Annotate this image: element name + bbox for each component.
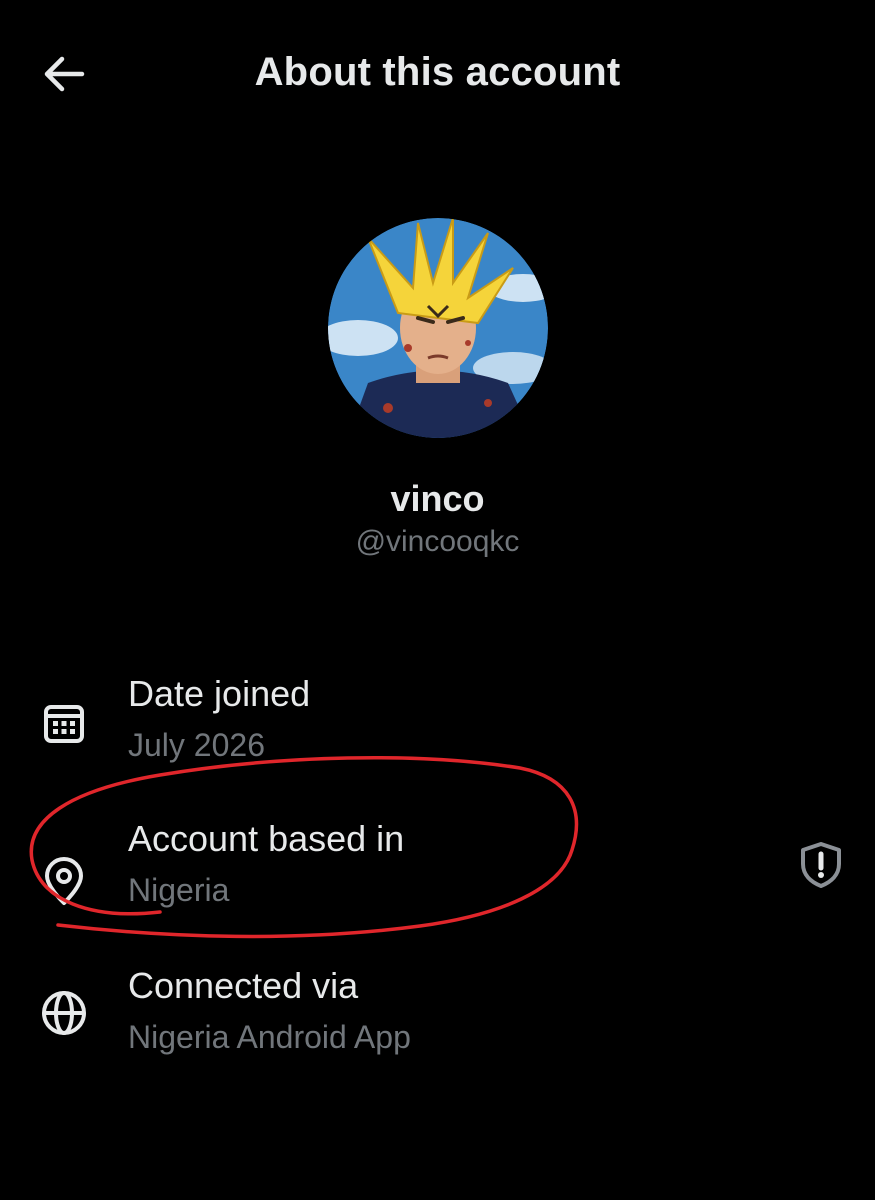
- account-based-in-label: Account based in: [128, 818, 405, 859]
- shield-alert-button[interactable]: [794, 838, 848, 892]
- account-based-in-value: Nigeria: [128, 872, 230, 908]
- calendar-icon: [38, 697, 90, 749]
- page-title: About this account: [254, 50, 621, 94]
- location-pin-icon: [38, 856, 90, 908]
- date-joined-value: July 2026: [128, 727, 265, 763]
- header: About this account: [0, 0, 875, 150]
- info-row-account-based-in: Account based in Nigeria: [0, 818, 875, 928]
- avatar-image: [328, 218, 548, 438]
- avatar[interactable]: [328, 218, 548, 438]
- connected-via-label: Connected via: [128, 965, 359, 1006]
- handle: @vincooqkc: [355, 525, 520, 558]
- shield-alert-icon: [801, 842, 841, 888]
- date-joined-label: Date joined: [128, 673, 311, 714]
- info-row-date-joined: Date joined July 2026: [0, 673, 875, 783]
- globe-icon: [38, 987, 90, 1039]
- connected-via-value: Nigeria Android App: [128, 1019, 411, 1055]
- info-row-connected-via: Connected via Nigeria Android App: [0, 965, 875, 1075]
- display-name: vinco: [390, 478, 485, 519]
